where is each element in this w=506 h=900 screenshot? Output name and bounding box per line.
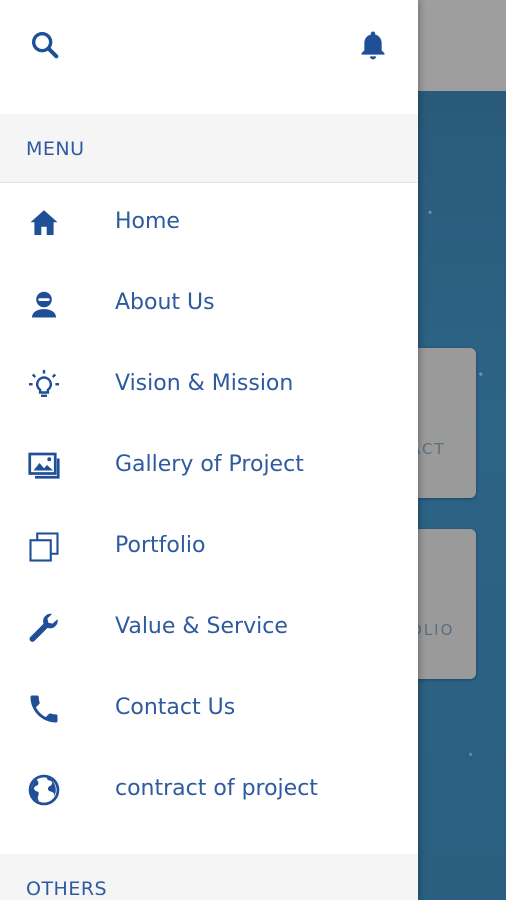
menu-item-home[interactable]: Home — [0, 183, 418, 264]
home-icon — [30, 210, 58, 235]
menu-item-label: About Us — [115, 290, 215, 315]
menu-item-label: Contact Us — [115, 695, 236, 720]
menu-item-about-us[interactable]: About Us — [0, 264, 418, 345]
menu-section-header: MENU — [0, 114, 418, 183]
menu-item-portfolio[interactable]: Portfolio — [0, 507, 418, 588]
others-section-header: OTHERS — [0, 854, 418, 900]
menu-item-vision-mission[interactable]: Vision & Mission — [0, 345, 418, 426]
lightbulb-icon — [29, 370, 59, 398]
bell-icon[interactable] — [356, 28, 390, 62]
menu-item-contract-of-project[interactable]: contract of project — [0, 750, 418, 831]
others-section-label: OTHERS — [26, 878, 108, 900]
menu-item-label: Portfolio — [115, 533, 206, 558]
stacked-squares-icon — [29, 532, 59, 562]
menu-list: Home About Us Vision & Mission Gallery o… — [0, 183, 418, 831]
menu-item-label: Gallery of Project — [115, 452, 304, 477]
globe-icon — [28, 774, 60, 806]
menu-item-value-service[interactable]: Value & Service — [0, 588, 418, 669]
drawer-header — [0, 0, 418, 114]
menu-item-label: Vision & Mission — [115, 371, 294, 396]
menu-item-label: contract of project — [115, 776, 318, 801]
person-icon — [32, 291, 56, 318]
search-icon[interactable] — [28, 28, 62, 62]
gallery-icon — [28, 452, 60, 479]
navigation-drawer: MENU Home About Us Vision & Mission Gall… — [0, 0, 418, 900]
menu-item-label: Home — [115, 209, 180, 234]
menu-section-label: MENU — [26, 138, 85, 160]
phone-icon — [30, 695, 58, 723]
wrench-icon — [29, 613, 58, 642]
menu-item-contact-us[interactable]: Contact Us — [0, 669, 418, 750]
menu-item-label: Value & Service — [115, 614, 288, 639]
menu-item-gallery-of-project[interactable]: Gallery of Project — [0, 426, 418, 507]
